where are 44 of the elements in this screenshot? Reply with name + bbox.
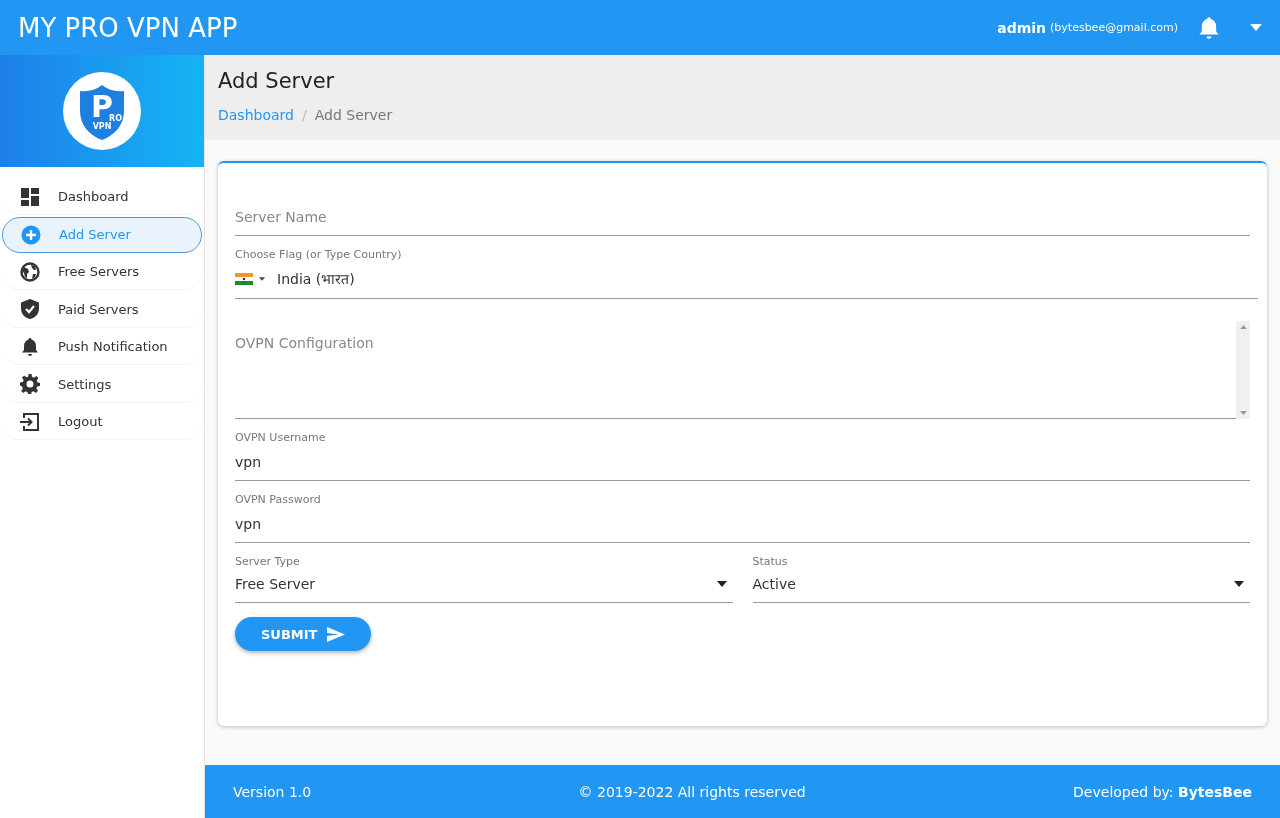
notification-bell-icon[interactable] <box>1198 15 1220 40</box>
sidebar-item[interactable]: Dashboard <box>2 179 202 215</box>
field-label: Choose Flag (or Type Country) <box>235 248 403 261</box>
select-field[interactable]: Active <box>752 572 1250 603</box>
field-label: Status <box>752 555 789 568</box>
user-name: admin <box>997 19 1047 36</box>
select-field[interactable]: Free Server <box>235 572 733 603</box>
plus-circle-icon <box>21 224 41 245</box>
page-title: Add Server <box>218 69 336 93</box>
input-field[interactable]: Server Name <box>235 203 1250 236</box>
dashboard-icon <box>20 187 40 206</box>
flag-icon <box>235 272 253 285</box>
logout-icon <box>20 411 40 432</box>
bell-icon <box>20 336 40 357</box>
sidebar-item[interactable]: Free Servers <box>2 254 202 290</box>
scroll-up-arrow-icon[interactable] <box>1239 325 1247 329</box>
field-label: OVPN Username <box>235 431 327 444</box>
copyright-text: © 2019-2022 All rights reserved <box>578 783 806 800</box>
field-label: Server Type <box>235 555 301 568</box>
ovpn-config-field[interactable]: OVPN Configuration <box>235 321 1236 419</box>
caret-icon <box>1234 581 1244 587</box>
sidebar-item[interactable]: Paid Servers <box>2 291 202 328</box>
scrollbar[interactable] <box>1236 321 1250 419</box>
caret-icon <box>259 276 265 281</box>
globe-icon <box>20 261 40 282</box>
field-label: OVPN Password <box>235 493 322 506</box>
developer-credit: Developed by: BytesBee <box>1073 783 1252 800</box>
breadcrumb-current: Add Server <box>314 107 393 123</box>
sidebar-item[interactable]: Logout <box>2 404 202 440</box>
gear-icon <box>20 374 40 394</box>
caret-icon <box>716 581 727 587</box>
input-field[interactable]: vpn <box>235 510 1250 543</box>
version-text: Version 1.0 <box>233 783 312 800</box>
shield-check-icon <box>20 299 40 319</box>
sidebar-item[interactable]: Push Notification <box>2 329 202 365</box>
sidebar-item[interactable]: Settings <box>2 366 202 403</box>
send-icon <box>327 626 346 642</box>
input-field[interactable]: vpn <box>235 448 1250 481</box>
app-title: MY PRO VPN APP <box>18 12 239 43</box>
scroll-down-arrow-icon[interactable] <box>1239 411 1247 415</box>
dropdown-caret-icon[interactable] <box>1250 24 1262 31</box>
country-field[interactable]: India (भारत) <box>235 265 1258 299</box>
user-email: (bytesbee@gmail.com) <box>1050 21 1178 34</box>
breadcrumb-separator: / <box>301 107 307 123</box>
